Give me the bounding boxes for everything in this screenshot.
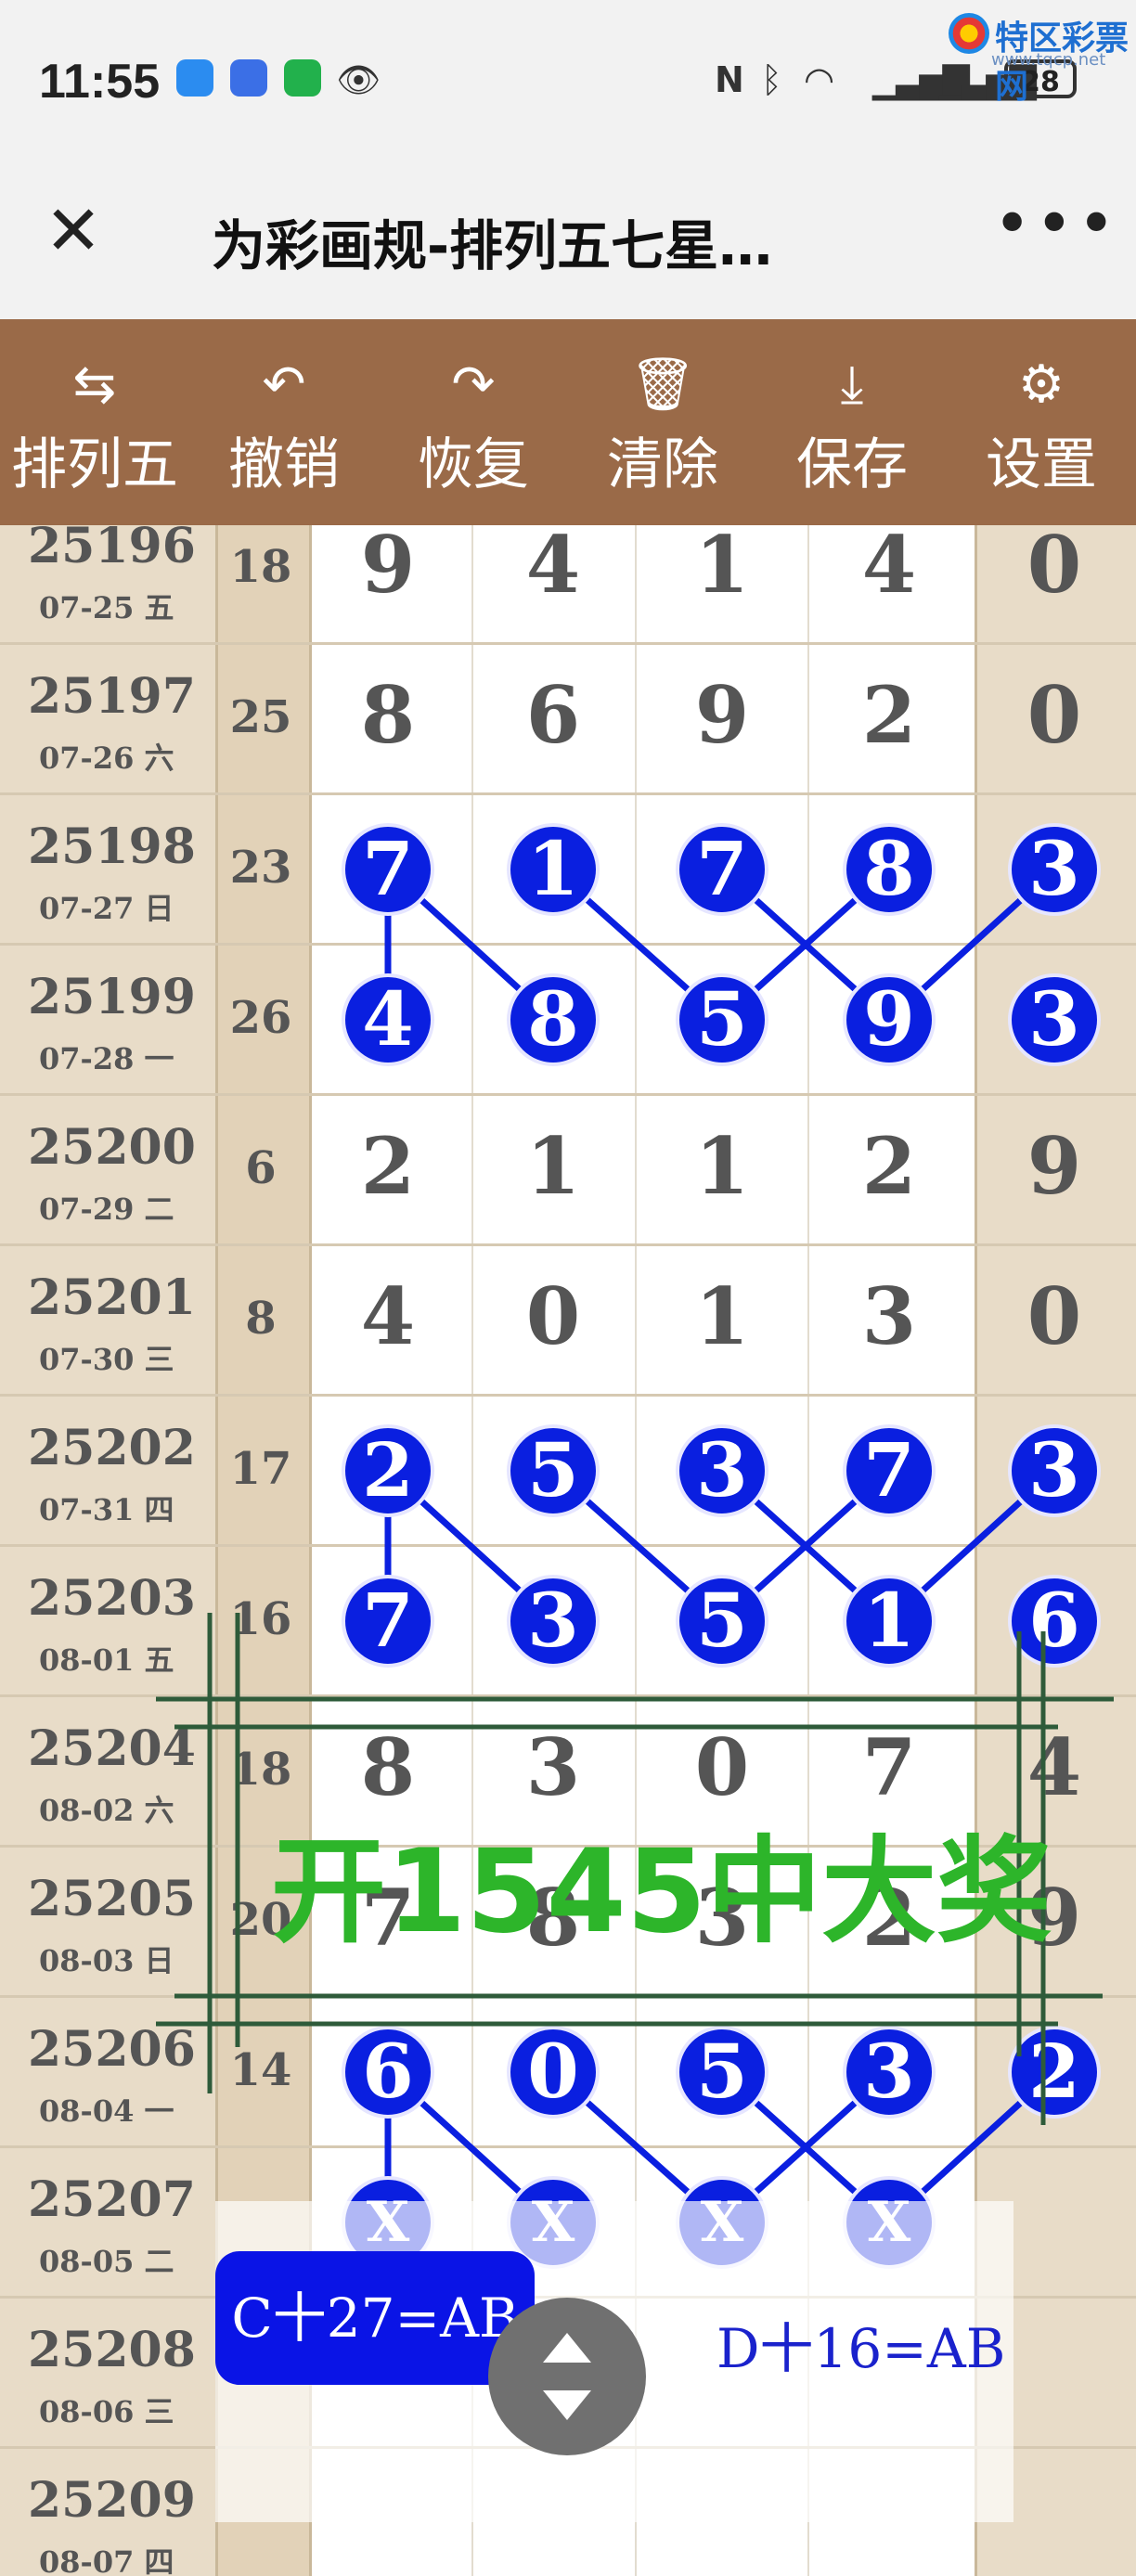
more-dots-icon[interactable]: ••• xyxy=(993,186,1119,262)
chevron-up-icon xyxy=(543,2333,591,2363)
tool-label: 保存 xyxy=(796,432,908,497)
toolbar: ⇆ 排列五 ↶ 撤销 ↷ 恢复 🗑 清除 ⤓ 保存 ⚙ 设置 xyxy=(0,319,1136,525)
eye-icon: 👁 xyxy=(336,59,381,100)
bluetooth-icon: ᛒ xyxy=(761,59,782,100)
ad-overlay-text[interactable]: 开1545中大奖 xyxy=(271,1797,1052,1964)
swap-icon: ⇆ xyxy=(72,354,117,415)
gear-icon: ⚙ xyxy=(1017,354,1065,415)
watermark-url: www.tqcp.net xyxy=(991,50,1106,70)
tool-label: 恢复 xyxy=(418,432,529,497)
tool-label: 撤销 xyxy=(228,432,340,497)
page-title: 为彩画规-排列五七星… xyxy=(212,214,773,277)
scroll-toggle-button[interactable] xyxy=(488,2298,646,2455)
watermark-logo-icon xyxy=(949,13,989,54)
download-icon: ⤓ xyxy=(840,354,864,415)
settings-button[interactable]: ⚙ 设置 xyxy=(947,319,1136,525)
ad-overlay-frame xyxy=(156,1613,1114,2125)
title-bar: ✕ 为彩画规-排列五七星… ••• xyxy=(0,167,1136,319)
draw-history-board[interactable]: 25196 07-25 五 18 9 4 1 4 0 25197 07-26 六 25 8 6 9 2 0 25… xyxy=(0,525,1136,2576)
wifi-icon: ◠ xyxy=(804,59,835,100)
wechat-icon xyxy=(284,59,321,97)
tool-label: 设置 xyxy=(986,432,1097,497)
shield-app-icon xyxy=(230,59,267,97)
undo-icon: ↶ xyxy=(262,354,306,415)
note-d-label: D十16=AB xyxy=(716,2317,1006,2380)
clear-button[interactable]: 🗑 清除 xyxy=(568,319,757,525)
switch-game-button[interactable]: ⇆ 排列五 xyxy=(0,319,189,525)
nfc-icon: N xyxy=(715,59,744,100)
status-time: 11:55 xyxy=(39,55,161,109)
chevron-down-icon xyxy=(543,2390,591,2420)
note-c-button[interactable]: C十27=AB xyxy=(215,2251,535,2385)
save-button[interactable]: ⤓ 保存 xyxy=(757,319,947,525)
undo-button[interactable]: ↶ 撤销 xyxy=(189,319,379,525)
message-app-icon xyxy=(176,59,213,97)
tool-label: 排列五 xyxy=(11,432,178,497)
status-bar: 11:55 👁 N ᛒ ◠ ▁▃▅▇ ▁▃▅▇ 28 特区彩票网 www.tqc… xyxy=(0,0,1136,167)
tool-label: 清除 xyxy=(607,432,718,497)
redo-icon: ↷ xyxy=(451,354,496,415)
redo-button[interactable]: ↷ 恢复 xyxy=(379,319,568,525)
close-icon[interactable]: ✕ xyxy=(45,197,102,265)
trash-icon: 🗑 xyxy=(629,354,696,415)
